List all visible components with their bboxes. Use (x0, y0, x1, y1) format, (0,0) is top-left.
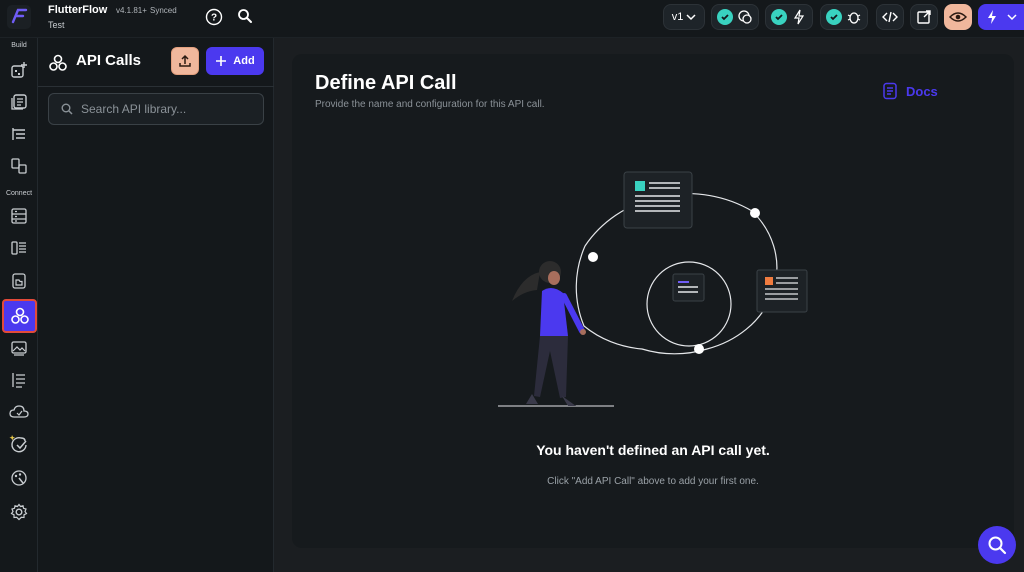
rail-agents[interactable] (5, 366, 33, 394)
rail-storage[interactable] (5, 267, 33, 295)
rail-cloud-functions[interactable] (5, 398, 33, 426)
media-assets-icon (11, 341, 27, 356)
api-calls-icon (49, 54, 67, 71)
app-root: FlutterFlow v4.1.81+ Synced Test ? v1 Bu… (0, 0, 1024, 572)
rail-theme[interactable] (5, 464, 33, 492)
check-icon (717, 9, 733, 25)
api-calls-icon (10, 307, 29, 324)
add-api-call-button[interactable]: Add (206, 47, 264, 75)
open-external-button[interactable] (910, 4, 938, 30)
chat-icon (738, 10, 752, 24)
cloud-functions-icon (9, 405, 29, 418)
search-icon (61, 103, 73, 115)
database-icon (11, 208, 27, 224)
rail-pages[interactable] (5, 88, 33, 116)
app-name: FlutterFlow (48, 4, 108, 16)
add-button-label: Add (233, 55, 255, 67)
search-fab[interactable] (978, 526, 1016, 564)
api-search-field[interactable] (48, 93, 264, 125)
run-button[interactable] (978, 4, 1024, 30)
flutterflow-logo-icon[interactable] (6, 4, 32, 30)
api-search-input[interactable] (81, 102, 251, 116)
tests-icon (9, 435, 27, 453)
document-icon (883, 82, 897, 100)
rail-section-build: Build (11, 42, 27, 49)
components-icon (11, 158, 27, 174)
rail-database[interactable] (5, 202, 33, 230)
rail-firestore[interactable] (5, 234, 33, 262)
rail-add-widget[interactable] (5, 56, 33, 84)
bug-status-button[interactable] (820, 4, 868, 30)
import-api-button[interactable] (171, 47, 199, 75)
top-bar: FlutterFlow v4.1.81+ Synced Test ? v1 (0, 0, 1024, 38)
version-select-value: v1 (671, 11, 684, 23)
help-icon[interactable]: ? (205, 8, 223, 26)
project-name[interactable]: Test (48, 20, 65, 30)
code-icon (882, 11, 898, 23)
rail-api-calls[interactable] (2, 299, 37, 333)
add-widget-icon (11, 62, 27, 78)
app-version: v4.1.81+ (116, 6, 147, 15)
svg-text:?: ? (211, 13, 217, 24)
lightning-status-button[interactable] (765, 4, 813, 30)
lightning-icon (793, 9, 805, 25)
chat-status-button[interactable] (711, 4, 759, 30)
theme-icon (11, 470, 27, 486)
preview-button[interactable] (944, 4, 972, 30)
define-api-card: Define API Call Provide the name and con… (292, 54, 1014, 548)
firestore-icon (11, 241, 26, 255)
rail-settings[interactable] (5, 498, 33, 526)
sync-status: Synced (150, 6, 177, 15)
panel-title: API Calls (76, 52, 142, 69)
rail-section-connect: Connect (5, 190, 33, 197)
eye-icon (949, 12, 967, 22)
version-select[interactable]: v1 (663, 4, 705, 30)
docs-label: Docs (906, 83, 938, 99)
search-icon (988, 536, 1007, 555)
open-external-icon (917, 10, 931, 24)
rail-widget-tree[interactable] (5, 120, 33, 148)
empty-state-illustration (498, 171, 808, 407)
page-title: Define API Call (315, 72, 457, 94)
panel-header: API Calls Add (38, 38, 274, 87)
list-icon (12, 128, 25, 140)
pages-icon (11, 94, 27, 110)
storage-icon (12, 273, 26, 289)
check-icon (826, 9, 842, 25)
rail-media-assets[interactable] (5, 334, 33, 362)
lightning-icon (988, 10, 996, 24)
nav-rail: Build Connect (0, 38, 38, 572)
rail-components[interactable] (5, 152, 33, 180)
docs-link[interactable]: Docs (882, 82, 938, 100)
upload-icon (179, 54, 191, 67)
settings-icon (10, 503, 28, 521)
empty-state-subtitle: Click "Add API Call" above to add your f… (547, 476, 759, 487)
bug-icon (847, 12, 861, 24)
plus-icon (216, 56, 227, 66)
chevron-down-icon (1007, 14, 1017, 21)
code-button[interactable] (876, 4, 904, 30)
page-subtitle: Provide the name and configuration for t… (315, 99, 545, 110)
rail-tests[interactable] (5, 430, 33, 458)
api-calls-panel: API Calls Add (38, 38, 274, 572)
chevron-down-icon (686, 14, 696, 21)
agents-icon (12, 373, 25, 388)
search-icon[interactable] (237, 8, 253, 24)
check-icon (771, 9, 787, 25)
empty-state-title: You haven't defined an API call yet. (536, 442, 770, 458)
